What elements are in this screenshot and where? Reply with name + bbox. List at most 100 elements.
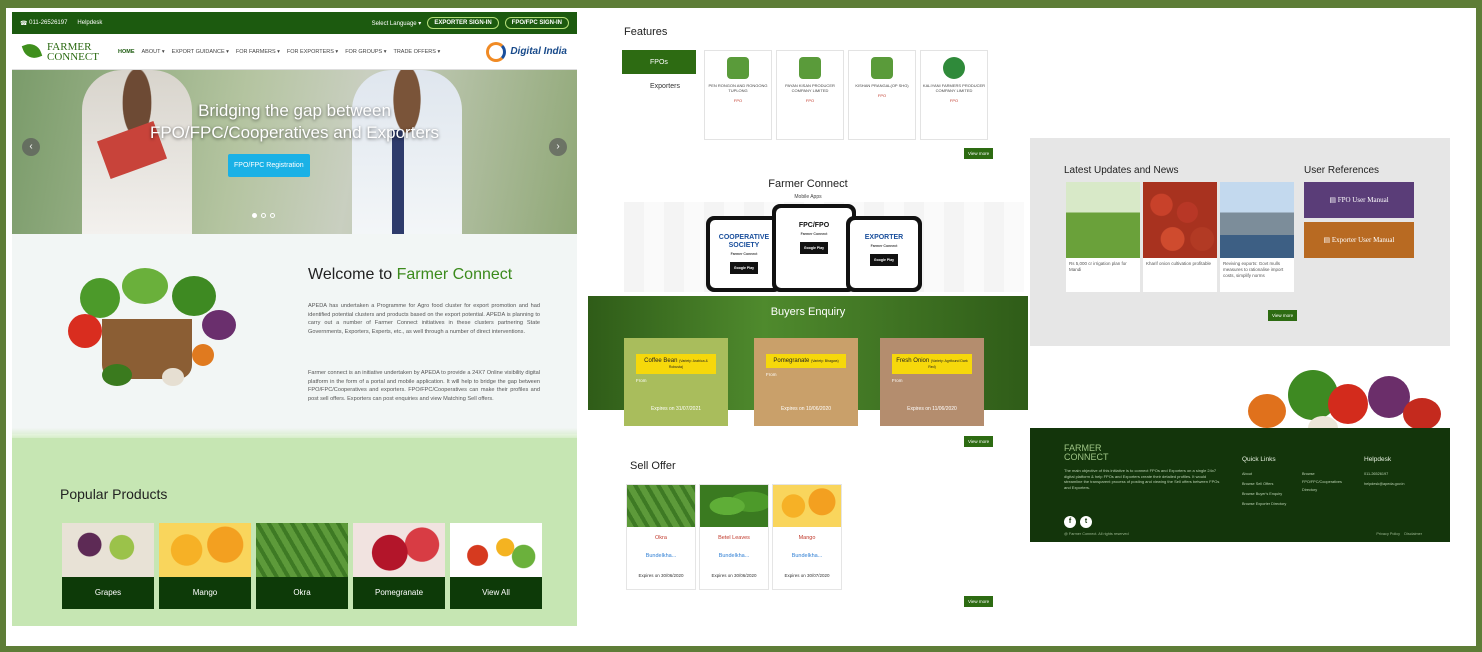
app-name: FPC/FPO: [798, 222, 830, 229]
buyer-enquiry-card[interactable]: Coffee Bean (Variety: Arabica & Robusta)…: [624, 338, 728, 426]
twitter-icon[interactable]: t: [1080, 516, 1092, 528]
sell-view-more-button[interactable]: View more: [964, 596, 994, 607]
nav-trade-offers[interactable]: TRADE OFFERS ▾: [393, 49, 440, 55]
document-icon: ▤: [1329, 196, 1338, 204]
product-card-mango[interactable]: Mango: [159, 523, 251, 609]
carousel-dot[interactable]: [261, 213, 266, 218]
buyer-enquiry-card[interactable]: Fresh Onion (Variety: Agrifound Dark Red…: [880, 338, 984, 426]
fpo-card[interactable]: KISHAN PRANGAL(OP SHG) FPO: [848, 50, 916, 140]
sell-offer-card[interactable]: Okra Bundelkha... Expires on 30/06/2020: [626, 484, 696, 590]
fpo-registration-button[interactable]: FPO/FPC Registration: [228, 154, 310, 177]
news-caption: Rs 5,000 cr irrigation plan for Mandi: [1069, 261, 1127, 272]
tab-fpos[interactable]: FPOs: [622, 50, 696, 74]
footer-link-buyers-enquiry[interactable]: Browse Buyer's Enquiry: [1242, 492, 1282, 496]
logo-text-2: CONNECT: [47, 50, 99, 63]
fpo-card[interactable]: KALIYANI FARMERS PRODUCER COMPANY LIMITE…: [920, 50, 988, 140]
product-card-pomegranate[interactable]: Pomegranate: [353, 523, 445, 609]
fpo-signin-button[interactable]: FPO/FPC SIGN-IN: [504, 17, 569, 29]
news-card[interactable]: Kharif onion cultivation profitable: [1143, 182, 1217, 292]
features-panel: Features FPOs Exporters PEN RONGON AND R…: [588, 12, 1028, 626]
buyers-view-more-button[interactable]: View more: [964, 436, 994, 447]
welcome-paragraph-2: Farmer connect is an initiative undertak…: [308, 370, 540, 402]
features-tabs: FPOs Exporters: [622, 50, 696, 98]
nav-for-exporters[interactable]: FOR EXPORTERS ▾: [287, 49, 338, 55]
enquiry-product-name: Fresh Onion: [896, 358, 930, 364]
product-label: Mango: [159, 577, 251, 609]
features-view-more-button[interactable]: View more: [964, 148, 994, 159]
product-card-view-all[interactable]: View All: [450, 523, 542, 609]
popular-products-title: Popular Products: [60, 486, 168, 502]
screenshot-canvas: ☎ 011-26526197 Helpdesk Select Language …: [6, 8, 1476, 646]
fpo-card-name: KISHAN PRANGAL(OP SHG): [855, 83, 909, 88]
footer-link-fpo-directory[interactable]: FPO/FPC/Cooperatives: [1302, 480, 1342, 484]
sell-offer-card[interactable]: Betel Leaves Bundelkha... Expires on 30/…: [699, 484, 769, 590]
carousel-prev-button[interactable]: ‹: [22, 138, 40, 156]
enquiry-expiry: Expires on 10/06/2020: [780, 406, 832, 412]
fpo-card-name: PEN RONGON AND RONGONG TUPLONG: [708, 83, 768, 93]
mobile-apps-subtitle: Mobile Apps: [794, 194, 822, 200]
nav-for-groups[interactable]: FOR GROUPS ▾: [345, 49, 386, 55]
google-play-badge[interactable]: Google Play: [729, 262, 759, 274]
footer-logo[interactable]: FARMER CONNECT: [1064, 444, 1109, 462]
carousel-dot[interactable]: [270, 213, 275, 218]
buyers-enquiry-title: Buyers Enquiry: [770, 306, 846, 318]
welcome-title-accent: Farmer Connect: [396, 266, 513, 283]
fpo-card-tag: FPO: [949, 98, 959, 103]
tab-exporters[interactable]: Exporters: [622, 74, 696, 98]
disclaimer-link[interactable]: Disclaimer: [1404, 532, 1422, 536]
privacy-policy-link[interactable]: Privacy Policy: [1376, 532, 1400, 536]
exporter-signin-button[interactable]: EXPORTER SIGN-IN: [427, 17, 499, 29]
onion-image: [1143, 182, 1217, 258]
helpdesk-email[interactable]: helpdesk@apeda.gov.in: [1364, 482, 1405, 486]
sell-offer-location[interactable]: Bundelkha...: [627, 553, 695, 559]
app-name: COOPERATIVE SOCIETY: [718, 234, 770, 249]
language-select[interactable]: Select Language ▾: [372, 20, 422, 27]
building-icon: [799, 57, 821, 79]
sell-offer-location[interactable]: Bundelkha...: [773, 553, 841, 559]
footer-link-browse[interactable]: Browse: [1302, 472, 1315, 476]
mobile-apps-banner: COOPERATIVE SOCIETY Farmer Connect Google …: [624, 202, 1024, 292]
footer-link-about[interactable]: About: [1242, 472, 1252, 476]
welcome-title-prefix: Welcome to: [308, 266, 397, 283]
hero-exporter-image: [352, 70, 462, 234]
nav-about[interactable]: ABOUT ▾: [142, 49, 165, 55]
product-card-grapes[interactable]: Grapes: [62, 523, 154, 609]
product-label: View All: [450, 577, 542, 609]
welcome-section: Welcome to Farmer Connect APEDA has unde…: [12, 234, 577, 434]
product-label: Grapes: [62, 577, 154, 609]
app-subtitle: Farmer Connect: [800, 232, 828, 236]
google-play-badge[interactable]: Google Play: [799, 242, 829, 254]
footer-link-directory[interactable]: Directory: [1302, 488, 1317, 492]
phone-number: 011-26526197: [29, 20, 68, 26]
nav-home[interactable]: HOME: [118, 49, 135, 55]
news-caption: Reviving exports: Govt mulls measures to…: [1223, 261, 1284, 278]
buyer-enquiry-card[interactable]: Pomegranate (Variety: Bhagwa) From Expir…: [754, 338, 858, 426]
fpo-manual-label: FPO User Manual: [1337, 196, 1389, 204]
carousel-next-button[interactable]: ›: [549, 138, 567, 156]
enquiry-from: From: [636, 378, 647, 383]
updates-view-more-button[interactable]: View more: [1268, 310, 1298, 321]
fpo-card[interactable]: PEN RONGON AND RONGONG TUPLONG FPO: [704, 50, 772, 140]
footer-link-sell-offers[interactable]: Browse Sell Offers: [1242, 482, 1273, 486]
sell-offer-card[interactable]: Mango Bundelkha... Expires on 30/07/2020: [772, 484, 842, 590]
facebook-icon[interactable]: f: [1064, 516, 1076, 528]
product-label: Okra: [256, 577, 348, 609]
news-card[interactable]: Rs 5,000 cr irrigation plan for Mandi: [1066, 182, 1140, 292]
digital-india-icon: [486, 41, 507, 62]
helpdesk-link[interactable]: Helpdesk: [77, 20, 102, 26]
news-card[interactable]: Reviving exports: Govt mulls measures to…: [1220, 182, 1294, 292]
nav-export-guidance[interactable]: EXPORT GUIDANCE ▾: [172, 49, 229, 55]
exporter-user-manual-button[interactable]: ▤ Exporter User Manual: [1304, 222, 1414, 258]
fpo-card[interactable]: PAYAN KISAN PRODUCER COMPANY LIMITED FPO: [776, 50, 844, 140]
user-references-title: User References: [1304, 165, 1380, 176]
sell-offer-location[interactable]: Bundelkha...: [700, 553, 768, 559]
product-card-okra[interactable]: Okra: [256, 523, 348, 609]
fpo-user-manual-button[interactable]: ▤ FPO User Manual: [1304, 182, 1414, 218]
footer-link-exporter-directory[interactable]: Browse Exporter Directory: [1242, 502, 1286, 506]
top-bar: ☎ 011-26526197 Helpdesk Select Language …: [12, 12, 577, 34]
nav-for-farmers[interactable]: FOR FARMERS ▾: [236, 49, 280, 55]
google-play-badge[interactable]: Google Play: [869, 254, 899, 266]
app-subtitle: Farmer Connect: [730, 252, 758, 256]
farmer-connect-logo[interactable]: FARMER CONNECT: [22, 41, 118, 63]
carousel-dot[interactable]: [252, 213, 257, 218]
